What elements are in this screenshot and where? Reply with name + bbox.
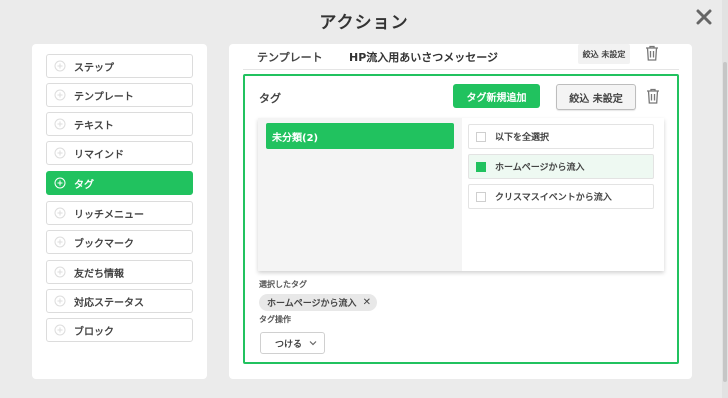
plus-circle-icon	[54, 60, 66, 72]
tag-item-label: クリスマスイベントから流入	[495, 193, 612, 203]
tag-folder-item[interactable]: 未分類(2)	[266, 123, 454, 149]
sidebar-item-status[interactable]: 対応ステータス	[46, 289, 193, 313]
remove-tag-icon[interactable]: ✕	[363, 297, 371, 308]
checkbox[interactable]	[476, 191, 486, 202]
sidebar-item-label: ステップ	[74, 62, 114, 74]
sidebar-item-label: ブロック	[74, 326, 114, 338]
trash-icon[interactable]	[646, 88, 660, 104]
plus-circle-icon	[54, 89, 66, 101]
tag-operation-label: タグ操作	[259, 315, 291, 324]
sidebar-item-template[interactable]: テンプレート	[46, 83, 193, 107]
tag-action-label: タグ	[259, 92, 281, 105]
sidebar-item-label: リマインド	[74, 149, 124, 161]
selected-tag-chip: ホームページから流入 ✕	[259, 294, 377, 311]
sidebar-item-block[interactable]: ブロック	[46, 318, 193, 342]
sidebar-item-step[interactable]: ステップ	[46, 54, 193, 78]
tag-picker: 未分類(2) 以下を全選択 ホームページから流入 クリスマスイベントから流入	[258, 118, 664, 271]
template-name: HP流入用あいさつメッセージ	[349, 50, 499, 64]
tag-item-label: ホームページから流入	[495, 163, 585, 173]
add-new-tag-button[interactable]: タグ新規追加	[453, 84, 540, 108]
selected-tag-label: ホームページから流入	[267, 299, 357, 309]
plus-circle-icon	[54, 118, 66, 130]
plus-circle-icon	[54, 324, 66, 336]
tag-operation-value: つける	[275, 339, 303, 350]
chevron-down-icon	[309, 341, 317, 346]
checkbox[interactable]	[476, 161, 486, 172]
plus-circle-icon	[54, 266, 66, 278]
plus-circle-icon	[54, 295, 66, 307]
scrollbar-thumb[interactable]	[723, 62, 727, 382]
tag-item-label: 以下を全選択	[495, 133, 550, 143]
modal-title: アクション	[319, 13, 409, 33]
tag-operation-select[interactable]: つける	[260, 332, 325, 354]
tag-item[interactable]: クリスマスイベントから流入	[468, 184, 654, 209]
sidebar-item-label: テキスト	[74, 120, 114, 132]
close-icon[interactable]	[696, 9, 712, 25]
sidebar-item-text[interactable]: テキスト	[46, 112, 193, 136]
select-all-tags-item[interactable]: 以下を全選択	[468, 124, 654, 149]
sidebar-item-label: テンプレート	[74, 91, 134, 103]
trash-icon[interactable]	[645, 45, 659, 61]
sidebar-item-label: リッチメニュー	[74, 209, 144, 221]
template-action-row: テンプレート HP流入用あいさつメッセージ 絞込 未設定	[243, 44, 679, 70]
plus-circle-icon	[54, 177, 66, 189]
sidebar-item-rich-menu[interactable]: リッチメニュー	[46, 201, 193, 225]
plus-circle-icon	[54, 236, 66, 248]
sidebar-item-label: ブックマーク	[74, 238, 134, 250]
plus-circle-icon	[54, 207, 66, 219]
template-filter-button[interactable]: 絞込 未設定	[578, 44, 630, 64]
sidebar-item-label: 対応ステータス	[74, 297, 144, 309]
action-type-sidebar: ステップ テンプレート テキスト リマインド タグ リッチメニュー ブックマーク…	[32, 44, 207, 379]
sidebar-item-label: タグ	[74, 179, 94, 191]
sidebar-item-label: 友だち情報	[74, 268, 124, 280]
template-action-label: テンプレート	[257, 50, 323, 64]
checkbox[interactable]	[476, 131, 486, 142]
action-editor-panel: テンプレート HP流入用あいさつメッセージ 絞込 未設定 タグ タグ新規追加 絞…	[229, 44, 692, 379]
sidebar-item-tag[interactable]: タグ	[46, 171, 193, 195]
tag-action-card: タグ タグ新規追加 絞込 未設定 未分類(2) 以下を全選択 ホームページから流…	[243, 74, 679, 364]
sidebar-item-remind[interactable]: リマインド	[46, 141, 193, 165]
tag-folder-list: 未分類(2)	[258, 118, 462, 271]
plus-circle-icon	[54, 147, 66, 159]
sidebar-item-bookmark[interactable]: ブックマーク	[46, 230, 193, 254]
tag-item[interactable]: ホームページから流入	[468, 154, 654, 179]
selected-tags-label: 選択したタグ	[259, 280, 307, 289]
sidebar-item-friend-info[interactable]: 友だち情報	[46, 260, 193, 284]
tag-filter-button[interactable]: 絞込 未設定	[556, 84, 636, 110]
